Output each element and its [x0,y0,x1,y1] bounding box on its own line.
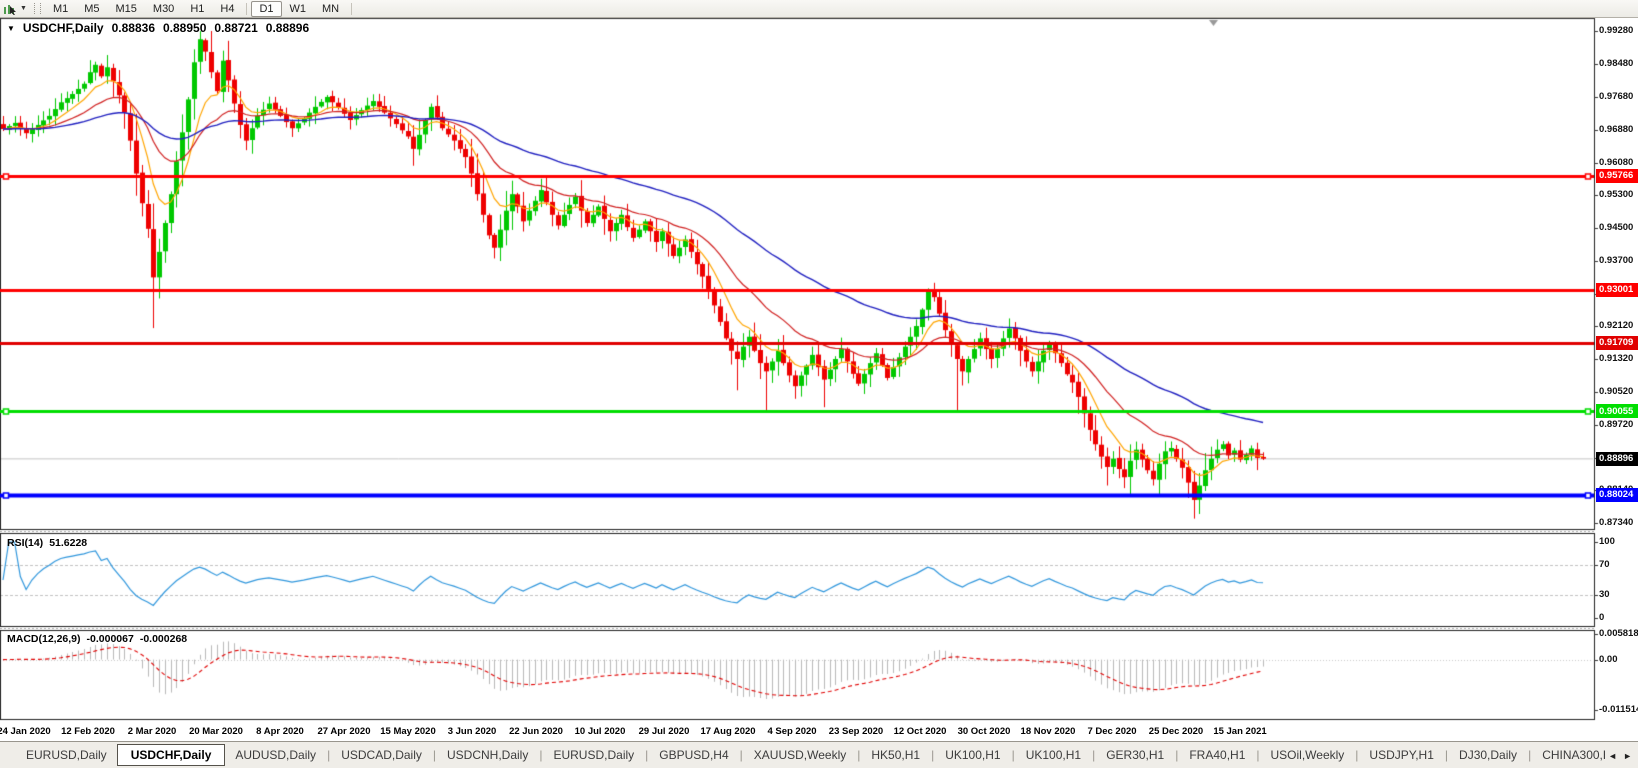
date-tick-label: 2 Mar 2020 [128,726,177,737]
date-tick-label: 18 Nov 2020 [1021,726,1076,737]
chart-tab-hk50-h1[interactable]: HK50,H1 [861,745,930,765]
date-tick-label: 17 Aug 2020 [700,726,755,737]
level-price-badge: 0.90055 [1596,404,1638,418]
date-tick-label: 25 Dec 2020 [1149,726,1203,737]
chevron-down-icon: ▼ [20,5,27,12]
chart-tab-fra40-h1[interactable]: FRA40,H1 [1179,745,1255,765]
chart-title: ▼ USDCHF,Daily 0.88836 0.88950 0.88721 0… [7,21,309,35]
timeframe-button-m15[interactable]: M15 [108,1,145,17]
price-chart-canvas[interactable] [0,17,1638,741]
rsi-indicator-label: RSI(14) 51.6228 [7,537,87,549]
date-tick-label: 10 Jul 2020 [575,726,626,737]
price-tick: 0.91320 [1599,353,1633,364]
date-tick-label: 30 Oct 2020 [958,726,1011,737]
toolbar-separator [246,3,247,15]
price-tick: 0.94500 [1599,222,1633,233]
price-tick: 0.89720 [1599,419,1633,430]
price-tick: 0.96080 [1599,157,1633,168]
date-tick-label: 12 Feb 2020 [61,726,115,737]
price-tick: 0.87340 [1599,517,1633,528]
level-price-badge: 0.93001 [1596,283,1638,297]
rsi-tick: 100 [1599,536,1615,547]
chart-tab-uk100-h1[interactable]: UK100,H1 [1016,745,1091,765]
chart-tab-eurusd-daily[interactable]: EURUSD,Daily [543,745,644,765]
level-price-badge: 0.88024 [1596,488,1638,502]
toolbar-separator [351,3,352,15]
price-tick: 0.97680 [1599,91,1633,102]
date-tick-label: 29 Jul 2020 [639,726,690,737]
date-tick-label: 23 Sep 2020 [829,726,883,737]
chart-region: ▼ USDCHF,Daily 0.88836 0.88950 0.88721 0… [0,17,1638,741]
chart-tab-dj30-daily[interactable]: DJ30,Daily [1449,745,1527,765]
chart-cursor-icon [3,3,18,15]
macd-tick: 0.005818 [1599,628,1638,639]
price-tick: 0.96880 [1599,124,1633,135]
chart-tab-usdcad-daily[interactable]: USDCAD,Daily [331,745,432,765]
chart-tabbar: EURUSD,DailyUSDCHF,DailyAUDUSD,Daily|USD… [0,741,1638,768]
date-tick-label: 4 Sep 2020 [767,726,816,737]
timeframe-button-w1[interactable]: W1 [282,1,315,17]
price-tick: 0.90520 [1599,386,1633,397]
rsi-tick: 30 [1599,589,1610,600]
low-value: 0.88721 [214,21,257,35]
date-tick-label: 27 Apr 2020 [318,726,371,737]
timeframe-button-m5[interactable]: M5 [76,1,107,17]
tab-scroll-buttons: ◄ ► [1605,742,1635,768]
toolbar-grip[interactable] [34,3,41,14]
macd-tick: -0.011514 [1599,704,1638,715]
timeframe-button-m30[interactable]: M30 [145,1,182,17]
crosshair-tool-button[interactable]: ▼ [0,1,30,16]
chart-tab-audusd-daily[interactable]: AUDUSD,Daily [225,745,326,765]
chart-tab-usdchf-daily[interactable]: USDCHF,Daily [117,744,226,766]
level-price-badge: 0.91709 [1596,336,1638,350]
open-value: 0.88836 [112,21,155,35]
macd-value-signal: -0.000268 [140,633,187,645]
chart-tab-usdcnh-daily[interactable]: USDCNH,Daily [437,745,538,765]
chart-tab-xauusd-weekly[interactable]: XAUUSD,Weekly [744,745,856,765]
chart-tab-usdjpy-h1[interactable]: USDJPY,H1 [1359,745,1443,765]
chart-tab-uk100-h1[interactable]: UK100,H1 [935,745,1010,765]
rsi-value: 51.6228 [49,537,87,549]
macd-value-main: -0.000067 [87,633,134,645]
top-toolbar: ▼ M1M5M15M30H1H4 D1W1MN [0,0,1638,18]
date-tick-label: 7 Dec 2020 [1087,726,1136,737]
symbol-period-label: USDCHF,Daily [23,21,104,35]
current-price-badge: 0.88896 [1596,452,1638,466]
date-tick-label: 12 Oct 2020 [894,726,947,737]
rsi-tick: 70 [1599,559,1610,570]
timeframe-buttons: M1M5M15M30H1H4 D1W1MN [45,1,356,17]
chart-tab-eurusd-daily[interactable]: EURUSD,Daily [16,745,117,765]
price-tick: 0.99280 [1599,25,1633,36]
timeframe-button-mn[interactable]: MN [314,1,347,17]
date-tick-label: 3 Jun 2020 [448,726,497,737]
rsi-name: RSI(14) [7,537,43,549]
price-tick: 0.93700 [1599,255,1633,266]
date-tick-label: 22 Jun 2020 [509,726,563,737]
symbol-dropdown-icon[interactable]: ▼ [7,24,15,33]
tab-scroll-left-icon[interactable]: ◄ [1608,751,1617,761]
date-tick-label: 15 Jan 2021 [1213,726,1266,737]
macd-name: MACD(12,26,9) [7,633,81,645]
close-value: 0.88896 [266,21,309,35]
price-tick: 0.92120 [1599,320,1633,331]
date-tick-label: 24 Jan 2020 [0,726,51,737]
chart-tab-gbpusd-h4[interactable]: GBPUSD,H4 [649,745,738,765]
rsi-tick: 0 [1599,612,1604,623]
level-price-badge: 0.95766 [1596,169,1638,183]
date-tick-label: 20 Mar 2020 [189,726,243,737]
date-tick-label: 8 Apr 2020 [256,726,304,737]
timeframe-button-m1[interactable]: M1 [45,1,76,17]
macd-indicator-label: MACD(12,26,9) -0.000067 -0.000268 [7,633,187,645]
timeframe-button-h4[interactable]: H4 [212,1,242,17]
chart-tab-ger30-h1[interactable]: GER30,H1 [1096,745,1174,765]
timeframe-button-h1[interactable]: H1 [182,1,212,17]
high-value: 0.88950 [163,21,206,35]
timeframe-button-d1[interactable]: D1 [251,1,281,17]
price-tick: 0.95300 [1599,189,1633,200]
tab-scroll-right-icon[interactable]: ► [1623,751,1632,761]
chart-tab-usoil-weekly[interactable]: USOil,Weekly [1261,745,1355,765]
macd-tick: 0.00 [1599,654,1618,665]
price-tick: 0.98480 [1599,58,1633,69]
date-tick-label: 15 May 2020 [380,726,435,737]
